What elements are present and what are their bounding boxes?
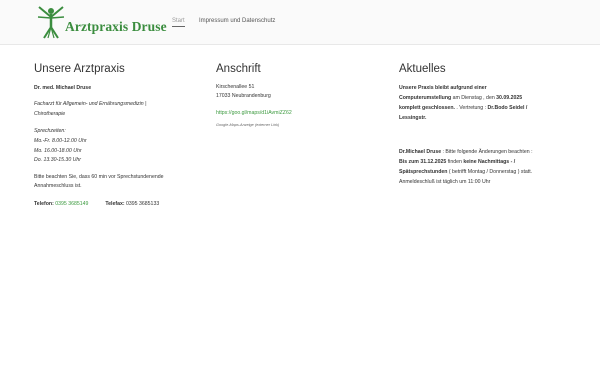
news1-line4: Lessingstr. [399, 115, 427, 121]
hours-row: Do. 13.30-15.30 Uhr [34, 157, 82, 163]
news1-line2: Computerumstellung am Dienstag , den 30.… [399, 95, 522, 102]
header-bar: Arztpraxis Druse Start Impressum und Dat… [0, 0, 600, 45]
anschrift-section: Anschrift [216, 63, 261, 75]
specialty-line2: Chirotherapie [34, 111, 66, 117]
maps-note: Google-Maps-Anzeige (externer Link) [216, 123, 280, 127]
news1-line3: komplett geschlossen. . Vertretung : Dr.… [399, 105, 527, 112]
news2-line4: Anmeldeschluß ist täglich um 11:00 Uhr [399, 179, 491, 185]
maps-link[interactable]: https://goo.gl/maps/d1iAvmiZZ62 [216, 110, 292, 117]
news-bold: keine Nachmittags - / [463, 159, 516, 165]
contact-line: Telefon: 0395 3685149 Telefax: 0395 3685… [34, 201, 160, 207]
aktuelles-title: Aktuelles [399, 63, 446, 75]
news-text: ( betrifft Montag / Donnerstag ) statt. [447, 169, 533, 175]
news-bold: komplett geschlossen. [399, 105, 455, 111]
nav-impressum[interactable]: Impressum und Datenschutz [199, 18, 275, 24]
news-bold: Dr.Michael Druse [399, 149, 442, 155]
specialty-line1: Facharzt für Allgemein- und Ernährungsme… [34, 101, 147, 107]
city: 17033 Neubrandenburg [216, 93, 271, 99]
news-bold: Dr.Bodo Seidel / [487, 105, 528, 111]
aktuelles-section: Aktuelles [399, 63, 446, 75]
phone-link[interactable]: 0395 3685149 [55, 201, 88, 207]
news-text: finden [446, 159, 464, 165]
note-line1: Bitte beachten Sie, dass 60 min vor Spre… [34, 174, 164, 180]
doctor-name: Dr. med. Michael Druse [34, 85, 92, 91]
hours-title: Sprechzeiten: [34, 128, 66, 134]
phone-label: Telefon [34, 201, 53, 207]
news-bold: Spätsprechstunden [399, 169, 448, 175]
note-line2: Annahmeschluss ist. [34, 183, 82, 189]
news2-line2: Bis zum 31.12.2025 finden keine Nachmitt… [399, 159, 515, 166]
fax-number: 0395 3685133 [126, 201, 160, 207]
news-text: . Vertretung : [454, 105, 488, 111]
news2-line3: Spätsprechstunden ( betrifft Montag / Do… [399, 169, 532, 176]
news-bold: Computerumstellung [399, 95, 452, 101]
news-date: 30.09.2025 [496, 95, 523, 101]
news-text: am Dienstag , den [451, 95, 497, 101]
vitruvian-man-icon [37, 6, 65, 39]
anschrift-title: Anschrift [216, 63, 261, 75]
news2-line1: Dr.Michael Druse : Bitte folgende Änderu… [399, 149, 533, 156]
hours-row: Mo. 16.00-18.00 Uhr [34, 148, 82, 154]
news-date: Bis zum 31.12.2025 [399, 159, 447, 165]
news-text: : Bitte folgende Änderungen beachten : [441, 149, 533, 155]
fax-label: Telefax [105, 201, 123, 207]
praxis-section: Unsere Arztpraxis [34, 63, 125, 75]
street: Kirschenallee 51 [216, 84, 255, 90]
news1-line1: Unsere Praxis bleibt aufgrund einer [399, 85, 487, 91]
logo-text: Arztpraxis Druse [65, 19, 167, 34]
site-logo[interactable]: Arztpraxis Druse [37, 5, 167, 40]
nav-start[interactable]: Start [172, 18, 185, 27]
praxis-title: Unsere Arztpraxis [34, 63, 125, 75]
hours-row: Mo.-Fr. 8.00-12.00 Uhr [34, 138, 87, 144]
